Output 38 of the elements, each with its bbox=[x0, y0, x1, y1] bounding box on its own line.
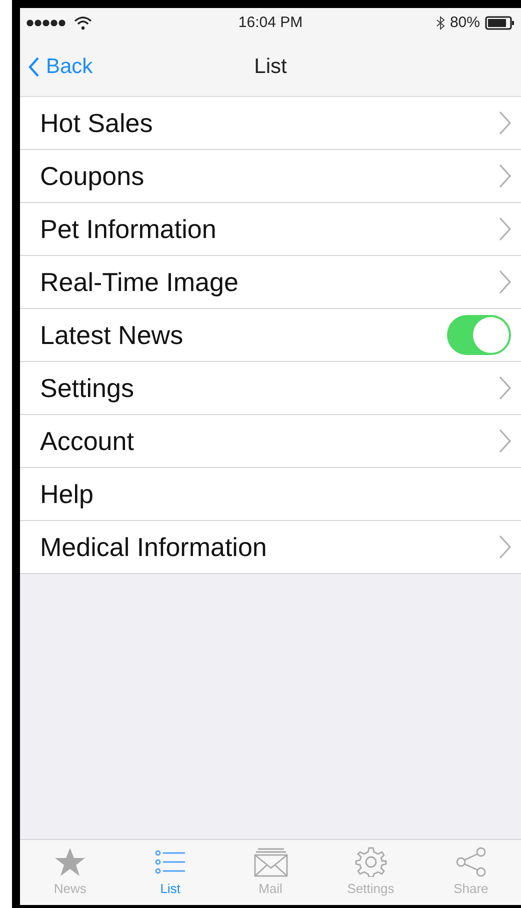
row-label: Latest News bbox=[40, 318, 184, 352]
row-label: Medical Information bbox=[40, 530, 268, 564]
list-row[interactable]: Pet Information bbox=[20, 203, 521, 256]
row-label: Hot Sales bbox=[40, 106, 154, 140]
star-icon bbox=[53, 846, 88, 877]
list-row[interactable]: Account bbox=[20, 415, 521, 468]
bluetooth-icon bbox=[436, 16, 445, 30]
chevron-icon bbox=[499, 535, 511, 559]
battery-percent: 80% bbox=[450, 12, 480, 33]
chevron-icon bbox=[499, 164, 511, 188]
signal-icon bbox=[26, 19, 68, 27]
status-time: 16:04 PM bbox=[237, 12, 304, 33]
chevron-icon bbox=[499, 429, 511, 453]
back-chevron-icon bbox=[28, 57, 40, 77]
nav-title: List bbox=[254, 54, 287, 80]
chevron-icon bbox=[499, 376, 511, 400]
mail-icon bbox=[254, 846, 288, 877]
row-label: Real-Time Image bbox=[40, 266, 240, 298]
wifi-icon bbox=[74, 16, 92, 30]
list-row[interactable]: Help bbox=[20, 468, 521, 521]
chevron-icon bbox=[499, 111, 511, 135]
row-label: Pet Information bbox=[40, 212, 218, 246]
chevron-icon bbox=[499, 270, 511, 294]
row-label: Coupons bbox=[40, 160, 146, 192]
toggle-switch[interactable] bbox=[447, 315, 511, 355]
list-row[interactable]: Hot Sales bbox=[20, 97, 521, 150]
list-row[interactable]: Latest News bbox=[20, 309, 521, 362]
list-row[interactable]: Medical Information bbox=[20, 521, 521, 574]
row-label: Settings bbox=[40, 372, 135, 404]
list-row[interactable]: Coupons bbox=[20, 150, 521, 203]
battery-icon bbox=[485, 16, 515, 30]
list-row[interactable]: Settings bbox=[20, 362, 521, 415]
settings-icon bbox=[354, 846, 388, 877]
row-label: Account bbox=[40, 424, 135, 458]
share-icon bbox=[454, 846, 488, 877]
chevron-icon bbox=[499, 217, 511, 241]
row-label: Help bbox=[40, 478, 94, 510]
list-row[interactable]: Real-Time Image bbox=[20, 256, 521, 309]
